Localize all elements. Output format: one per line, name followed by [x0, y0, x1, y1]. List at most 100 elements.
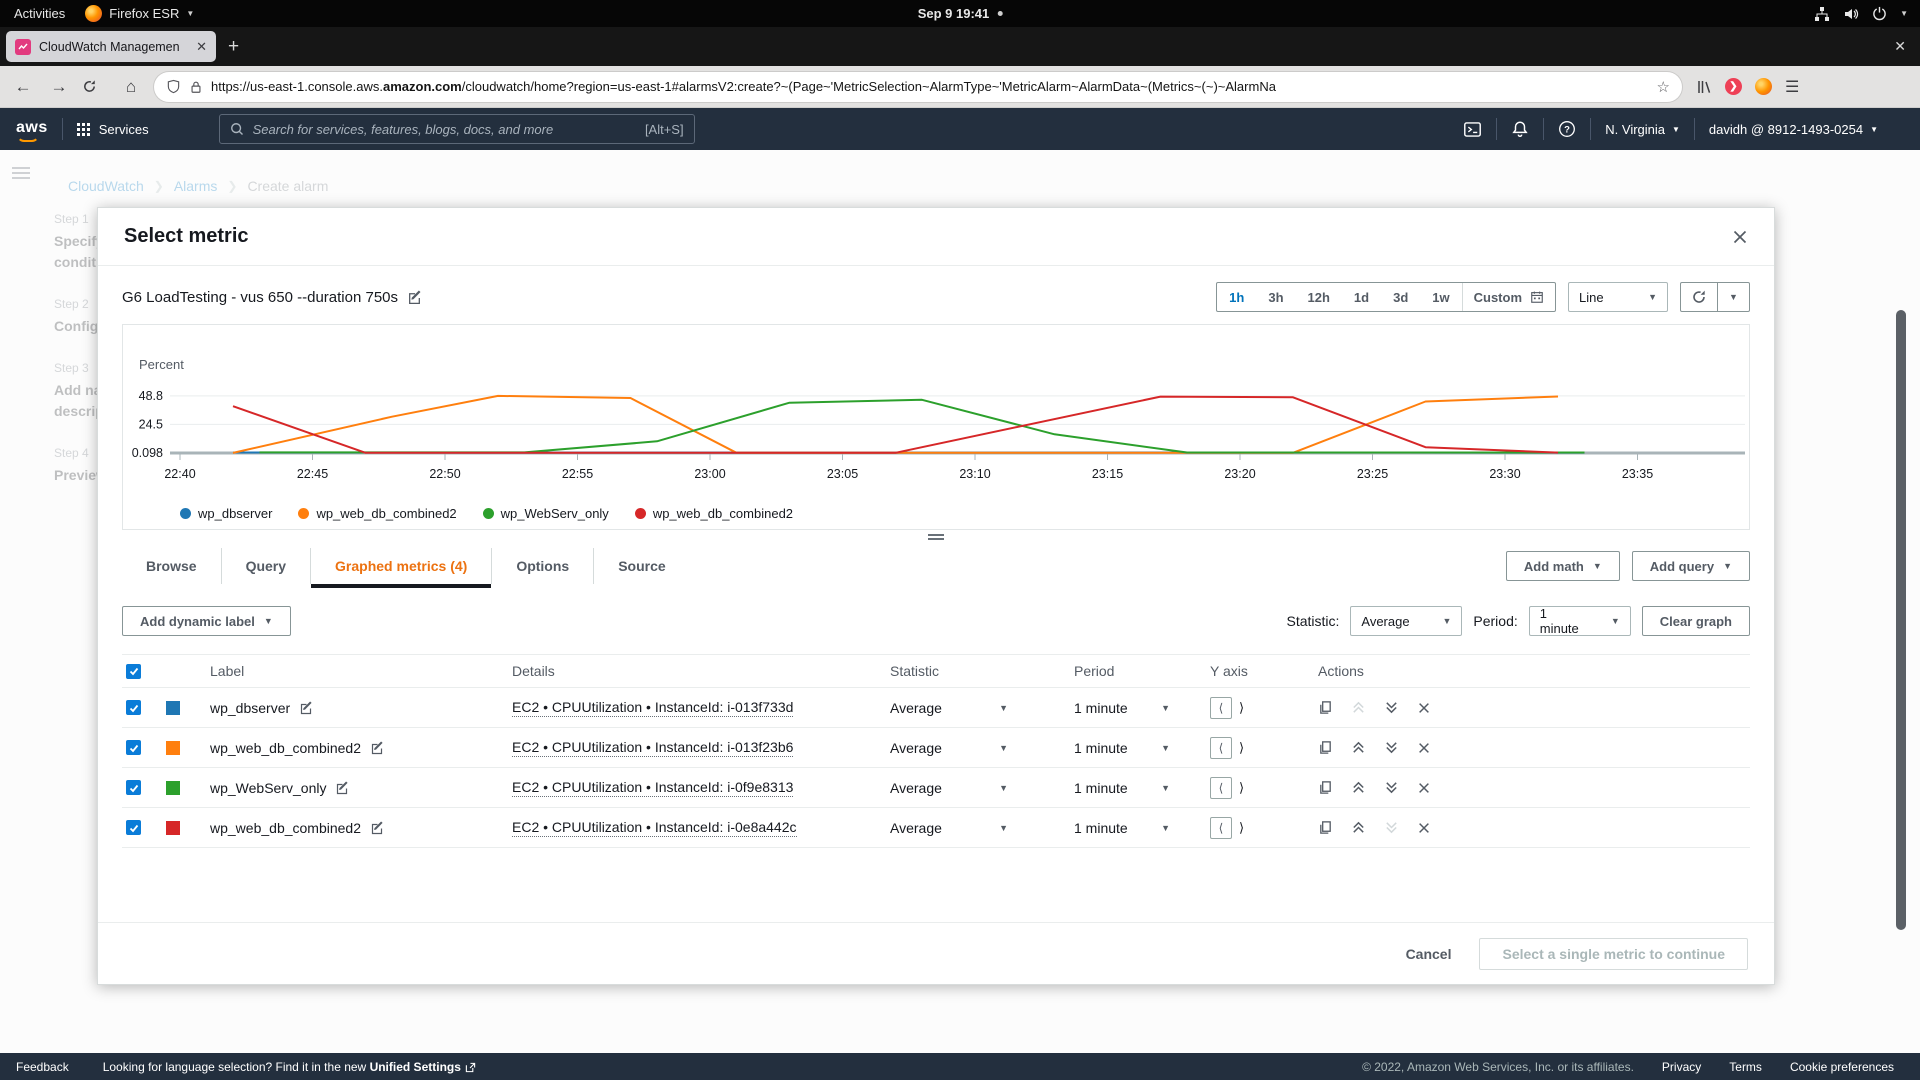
cloudshell-icon[interactable] — [1463, 120, 1482, 139]
legend-item[interactable]: wp_web_db_combined2 — [298, 506, 456, 521]
tab-source[interactable]: Source — [593, 548, 689, 584]
row-statistic-select[interactable]: Average▼ — [890, 780, 1008, 796]
library-icon[interactable] — [1696, 79, 1712, 95]
move-down-icon[interactable] — [1384, 780, 1399, 795]
clear-graph-button[interactable]: Clear graph — [1642, 606, 1750, 636]
forward-button[interactable]: → — [46, 77, 72, 97]
range-1d[interactable]: 1d — [1342, 290, 1381, 305]
activities-button[interactable]: Activities — [14, 6, 65, 21]
move-down-icon[interactable] — [1384, 700, 1399, 715]
row-statistic-select[interactable]: Average▼ — [890, 820, 1008, 836]
select-all-checkbox[interactable] — [126, 664, 141, 679]
graph-type-select[interactable]: Line▼ — [1568, 282, 1668, 312]
cookie-preferences-link[interactable]: Cookie preferences — [1790, 1060, 1894, 1074]
edit-icon[interactable] — [335, 781, 349, 795]
chart-canvas[interactable]: 48.824.50.098Percent22:4022:4522:5022:55… — [123, 325, 1751, 493]
statistic-select[interactable]: Average▼ — [1350, 606, 1462, 636]
yaxis-right-button[interactable]: ⟩ — [1239, 700, 1244, 716]
tab-options[interactable]: Options — [491, 548, 593, 584]
refresh-options-button[interactable]: ▼ — [1717, 283, 1749, 311]
move-down-icon[interactable] — [1384, 740, 1399, 755]
system-tray[interactable]: ▼ — [1814, 6, 1920, 22]
move-up-icon[interactable] — [1351, 740, 1366, 755]
edit-icon[interactable] — [407, 290, 422, 305]
move-up-icon[interactable] — [1351, 820, 1366, 835]
metric-details-link[interactable]: EC2 • CPUUtilization • InstanceId: i-0f9… — [512, 779, 793, 797]
remove-icon[interactable] — [1417, 701, 1431, 715]
refresh-button[interactable] — [1681, 283, 1717, 311]
bookmark-star-icon[interactable]: ☆ — [1657, 78, 1670, 96]
yaxis-right-button[interactable]: ⟩ — [1239, 740, 1244, 756]
remove-icon[interactable] — [1417, 781, 1431, 795]
row-period-select[interactable]: 1 minute▼ — [1074, 700, 1170, 716]
duplicate-icon[interactable] — [1318, 740, 1333, 755]
cancel-button[interactable]: Cancel — [1406, 946, 1452, 962]
tab-graphed-metrics[interactable]: Graphed metrics (4) — [310, 548, 491, 584]
remove-icon[interactable] — [1417, 741, 1431, 755]
app-menu[interactable]: Firefox ESR ▼ — [85, 5, 194, 22]
yaxis-left-button[interactable]: ⟨ — [1210, 817, 1232, 839]
select-metric-submit-button[interactable]: Select a single metric to continue — [1479, 938, 1748, 970]
privacy-link[interactable]: Privacy — [1662, 1060, 1701, 1074]
row-period-select[interactable]: 1 minute▼ — [1074, 780, 1170, 796]
reload-button[interactable] — [82, 79, 108, 94]
back-button[interactable]: ← — [10, 77, 36, 97]
move-up-icon[interactable] — [1351, 780, 1366, 795]
home-button[interactable]: ⌂ — [118, 77, 144, 97]
window-close-icon[interactable]: ✕ — [1894, 38, 1906, 55]
edit-icon[interactable] — [299, 701, 313, 715]
range-3d[interactable]: 3d — [1381, 290, 1420, 305]
account-icon[interactable] — [1755, 78, 1772, 95]
services-menu[interactable]: Services — [77, 122, 149, 137]
tab-browse[interactable]: Browse — [122, 548, 221, 584]
shield-icon[interactable] — [166, 79, 181, 94]
notifications-bell-icon[interactable] — [1511, 120, 1529, 138]
feedback-link[interactable]: Feedback — [16, 1060, 69, 1074]
clock[interactable]: Sep 9 19:41 — [918, 6, 1003, 21]
remove-icon[interactable] — [1417, 821, 1431, 835]
new-tab-button[interactable]: + — [228, 36, 239, 58]
resize-handle-icon[interactable] — [928, 534, 944, 540]
range-1h[interactable]: 1h — [1217, 290, 1256, 305]
terms-link[interactable]: Terms — [1729, 1060, 1762, 1074]
yaxis-right-button[interactable]: ⟩ — [1239, 820, 1244, 836]
url-text[interactable]: https://us-east-1.console.aws.amazon.com… — [211, 79, 1276, 94]
scrollbar-thumb[interactable] — [1896, 310, 1906, 930]
range-12h[interactable]: 12h — [1296, 290, 1342, 305]
pocket-icon[interactable]: ❯ — [1725, 78, 1742, 95]
duplicate-icon[interactable] — [1318, 700, 1333, 715]
add-math-button[interactable]: Add math▼ — [1506, 551, 1620, 581]
row-checkbox[interactable] — [126, 700, 141, 715]
tab-query[interactable]: Query — [221, 548, 310, 584]
duplicate-icon[interactable] — [1318, 820, 1333, 835]
unified-settings-link[interactable]: Unified Settings — [370, 1060, 461, 1074]
aws-search-input[interactable]: Search for services, features, blogs, do… — [219, 114, 695, 144]
menu-icon[interactable]: ☰ — [1785, 77, 1799, 97]
yaxis-left-button[interactable]: ⟨ — [1210, 777, 1232, 799]
row-statistic-select[interactable]: Average▼ — [890, 740, 1008, 756]
url-bar[interactable]: https://us-east-1.console.aws.amazon.com… — [154, 72, 1682, 102]
legend-item[interactable]: wp_web_db_combined2 — [635, 506, 793, 521]
range-1w[interactable]: 1w — [1420, 290, 1461, 305]
region-selector[interactable]: N. Virginia ▼ — [1605, 122, 1680, 137]
help-icon[interactable]: ? — [1558, 120, 1576, 138]
row-period-select[interactable]: 1 minute▼ — [1074, 820, 1170, 836]
yaxis-right-button[interactable]: ⟩ — [1239, 780, 1244, 796]
tab-close-icon[interactable]: ✕ — [196, 39, 207, 55]
row-checkbox[interactable] — [126, 780, 141, 795]
edit-icon[interactable] — [370, 741, 384, 755]
account-menu[interactable]: davidh @ 8912-1493-0254 ▼ — [1709, 122, 1878, 137]
edit-icon[interactable] — [370, 821, 384, 835]
close-icon[interactable] — [1732, 229, 1748, 245]
metric-details-link[interactable]: EC2 • CPUUtilization • InstanceId: i-0e8… — [512, 819, 797, 837]
add-dynamic-label-button[interactable]: Add dynamic label▼ — [122, 606, 291, 636]
period-select[interactable]: 1 minute▼ — [1529, 606, 1631, 636]
range-3h[interactable]: 3h — [1256, 290, 1295, 305]
legend-item[interactable]: wp_dbserver — [180, 506, 272, 521]
duplicate-icon[interactable] — [1318, 780, 1333, 795]
row-statistic-select[interactable]: Average▼ — [890, 700, 1008, 716]
row-checkbox[interactable] — [126, 740, 141, 755]
add-query-button[interactable]: Add query▼ — [1632, 551, 1750, 581]
metric-details-link[interactable]: EC2 • CPUUtilization • InstanceId: i-013… — [512, 739, 793, 757]
metric-details-link[interactable]: EC2 • CPUUtilization • InstanceId: i-013… — [512, 699, 793, 717]
